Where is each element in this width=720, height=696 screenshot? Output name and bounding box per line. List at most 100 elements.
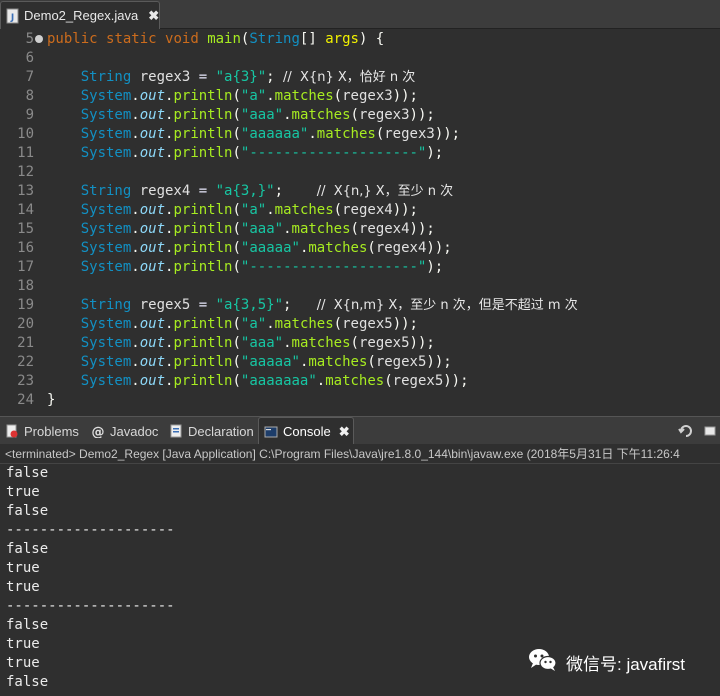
code-token: ( bbox=[232, 221, 241, 237]
code-line[interactable]: 11 System.out.println("-----------------… bbox=[0, 144, 720, 163]
code-token: out bbox=[139, 354, 166, 370]
code-token: ( bbox=[384, 373, 393, 389]
code-area[interactable]: 5 public static void main(String[] args) … bbox=[0, 30, 720, 411]
line-number: 12 bbox=[17, 164, 34, 180]
code-token: matches bbox=[316, 126, 376, 142]
code-line[interactable]: 23 System.out.println("aaaaaaa".matches(… bbox=[0, 372, 720, 391]
code-token: ( bbox=[232, 373, 241, 389]
code-token: )); bbox=[409, 221, 435, 237]
code-token: out bbox=[139, 145, 166, 161]
code-line[interactable]: 17 System.out.println("-----------------… bbox=[0, 258, 720, 277]
code-token: out bbox=[139, 373, 166, 389]
line-number: 24 bbox=[17, 392, 34, 408]
close-icon[interactable]: ✖ bbox=[339, 424, 350, 440]
line-number: 21 bbox=[17, 335, 34, 351]
code-token: "a" bbox=[240, 88, 267, 104]
code-token: String bbox=[47, 183, 140, 199]
tab-problems[interactable]: Problems bbox=[0, 417, 84, 445]
code-token: "a{3}" bbox=[215, 69, 267, 85]
code-line[interactable]: 12 bbox=[0, 163, 720, 182]
code-token: out bbox=[139, 88, 166, 104]
code-token: . bbox=[266, 202, 275, 218]
minimize-panel-icon[interactable] bbox=[702, 423, 718, 439]
code-token: ; bbox=[274, 183, 317, 199]
code-line[interactable]: 15 System.out.println("aaa".matches(rege… bbox=[0, 220, 720, 239]
code-token: // X{n,m} X，至少 n 次，但是不超过 m 次 bbox=[316, 298, 578, 313]
code-token: out bbox=[139, 221, 166, 237]
watermark: 微信号: javafirst bbox=[528, 648, 685, 676]
code-line[interactable]: 7 String regex3 = "a{3}"; // X{n} X，恰好 n… bbox=[0, 68, 720, 87]
editor-tab-label: Demo2_Regex.java bbox=[24, 8, 139, 23]
code-token: regex3 bbox=[139, 69, 191, 85]
code-token: ( bbox=[350, 107, 359, 123]
console-output-line: -------------------- bbox=[6, 598, 175, 614]
line-number: 6 bbox=[25, 50, 34, 66]
line-number: 10 bbox=[17, 126, 34, 142]
code-text: System.out.println("aaa".matches(regex5)… bbox=[47, 334, 435, 353]
code-token: } bbox=[47, 392, 56, 408]
line-number: 16 bbox=[17, 240, 34, 256]
code-token: System bbox=[47, 88, 132, 104]
javadoc-icon: @ bbox=[91, 424, 105, 440]
tab-label: Problems bbox=[24, 423, 79, 439]
code-token: // X{n} X，恰好 n 次 bbox=[283, 70, 416, 85]
code-line[interactable]: 6 bbox=[0, 49, 720, 68]
code-token: "aaaaaa" bbox=[240, 126, 309, 142]
code-line[interactable]: 9 System.out.println("aaa".matches(regex… bbox=[0, 106, 720, 125]
code-token: regex4 bbox=[358, 221, 410, 237]
code-token: ( bbox=[333, 316, 343, 332]
console-output-line: true bbox=[6, 560, 40, 576]
fold-marker-icon[interactable] bbox=[35, 35, 43, 43]
tab-javadoc[interactable]: @ Javadoc bbox=[86, 417, 162, 445]
code-line[interactable]: 14 System.out.println("a".matches(regex4… bbox=[0, 201, 720, 220]
svg-text:@: @ bbox=[92, 425, 105, 438]
code-line[interactable]: 13 String regex4 = "a{3,}"; // X{n,} X，至… bbox=[0, 182, 720, 201]
code-line[interactable]: 22 System.out.println("aaaaa".matches(re… bbox=[0, 353, 720, 372]
code-token: System bbox=[47, 145, 132, 161]
code-token: ( bbox=[232, 335, 241, 351]
code-token: "a" bbox=[240, 316, 267, 332]
tab-label: Javadoc bbox=[110, 423, 159, 439]
console-status-line: <terminated> Demo2_Regex [Java Applicati… bbox=[0, 444, 720, 464]
code-line[interactable]: 20 System.out.println("a".matches(regex5… bbox=[0, 315, 720, 334]
code-editor[interactable]: J Demo2_Regex.java ✖ 5 public static void… bbox=[0, 0, 720, 411]
code-line[interactable]: 5 public static void main(String[] args) … bbox=[0, 30, 720, 49]
code-line[interactable]: 8 System.out.println("a".matches(regex3)… bbox=[0, 87, 720, 106]
tab-console[interactable]: Console ✖ bbox=[258, 417, 354, 445]
line-number: 5 bbox=[25, 31, 34, 47]
line-number: 17 bbox=[17, 259, 34, 275]
code-text: System.out.println("a".matches(regex4)); bbox=[47, 201, 418, 220]
code-token: String bbox=[249, 31, 300, 47]
line-number: 13 bbox=[17, 183, 34, 199]
code-token: ( bbox=[232, 126, 241, 142]
pin-console-icon[interactable] bbox=[678, 423, 694, 439]
code-token: println bbox=[173, 221, 233, 237]
code-token: "a" bbox=[240, 202, 267, 218]
console-output-line: true bbox=[6, 636, 40, 652]
code-line[interactable]: 16 System.out.println("aaaaa".matches(re… bbox=[0, 239, 720, 258]
editor-tab-demo2-regex[interactable]: J Demo2_Regex.java ✖ bbox=[0, 1, 160, 29]
code-token: . bbox=[283, 107, 292, 123]
code-token: out bbox=[139, 107, 166, 123]
code-line[interactable]: 21 System.out.println("aaa".matches(rege… bbox=[0, 334, 720, 353]
code-token: . bbox=[131, 316, 140, 332]
code-token: . bbox=[131, 240, 140, 256]
code-token: ( bbox=[367, 354, 376, 370]
code-token: )); bbox=[443, 373, 469, 389]
svg-text:J: J bbox=[10, 13, 14, 23]
close-icon[interactable]: ✖ bbox=[148, 8, 159, 24]
code-token: System bbox=[47, 259, 132, 275]
code-token: "a{3,5}" bbox=[215, 297, 284, 313]
code-token: regex3 bbox=[342, 88, 393, 104]
code-line[interactable]: 24} bbox=[0, 391, 720, 410]
code-line[interactable]: 18 bbox=[0, 277, 720, 296]
code-line[interactable]: 19 String regex5 = "a{3,5}"; // X{n,m} X… bbox=[0, 296, 720, 315]
java-file-icon: J bbox=[5, 8, 21, 24]
code-token: args bbox=[325, 31, 359, 47]
code-token: matches bbox=[308, 354, 368, 370]
code-line[interactable]: 10 System.out.println("aaaaaa".matches(r… bbox=[0, 125, 720, 144]
tab-declaration[interactable]: Declaration bbox=[164, 417, 256, 445]
code-text: System.out.println("--------------------… bbox=[47, 144, 444, 163]
code-token: )); bbox=[434, 126, 461, 142]
code-text: } bbox=[47, 391, 55, 410]
